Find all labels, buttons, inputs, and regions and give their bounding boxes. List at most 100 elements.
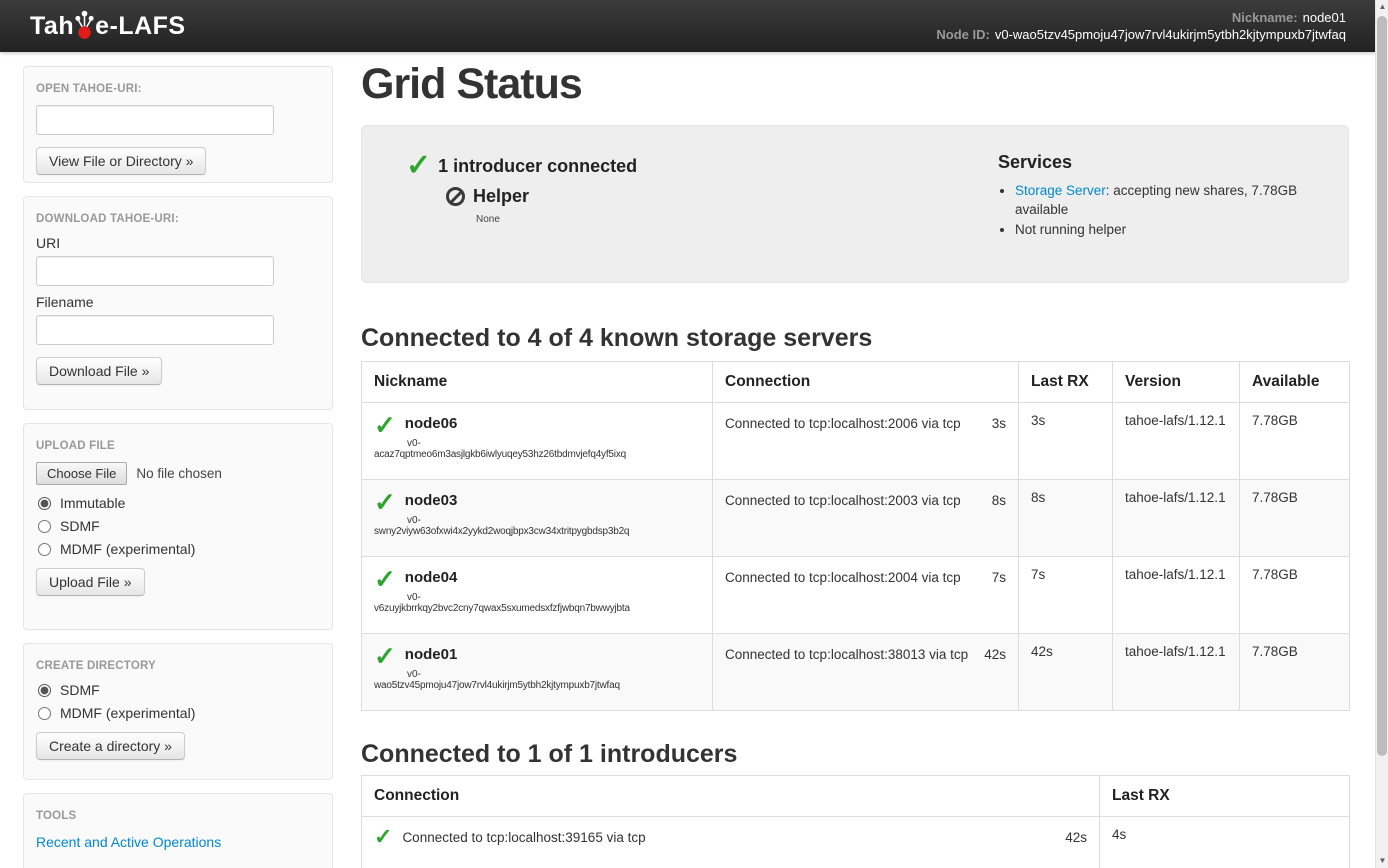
node-nickname: node03 [405,490,458,509]
helper-title: Helper [473,186,529,207]
radio-mkdir-sdmf-input[interactable] [38,684,51,697]
version-cell: tahoe-lafs/1.12.1 [1113,557,1240,634]
introducers-table: Connection Last RX ✓ Connected to tcp:lo… [361,775,1350,868]
scroll-up-arrow[interactable]: ▲ [1376,0,1388,14]
nickname-row: Nickname:node01 [936,9,1346,26]
tahoe-berry-icon [75,8,94,41]
introducers-header-row: Connection Last RX [362,776,1350,817]
create-directory-panel: CREATE DIRECTORY SDMF MDMF (experimental… [23,643,333,780]
nickname-cell: ✓ node06 v0-acaz7qptmeo6m3asjlgkb6iwlyuqe… [362,403,713,480]
connection-cell: Connected to tcp:localhost:2004 via tcp7… [713,557,1019,634]
connection-cell: Connected to tcp:localhost:2003 via tcp8… [713,480,1019,557]
table-row: ✓node01 v0-wao5tzv45pmoju47jow7rvl4ukirj… [362,634,1350,711]
node-peerid: v0-v6zuyjkbrrkqy2bvc2cny7qwax5sxumedsxfz… [374,592,700,614]
vertical-scrollbar[interactable]: ▲ ▼ [1375,0,1388,868]
connection-cell: Connected to tcp:localhost:38013 via tcp… [713,634,1019,711]
radio-upload-mdmf-input[interactable] [38,543,51,556]
available-cell: 7.78GB [1240,480,1350,557]
col-version: Version [1113,362,1240,403]
introducer-status-line: ✓ 1 introducer connected [406,152,998,180]
download-tahoe-uri-panel: DOWNLOAD TAHOE-URI: URI Filename Downloa… [23,196,333,410]
nickname-cell: ✓ node04 v0-v6zuyjkbrrkqy2bvc2cny7qwax5sx… [362,557,713,634]
service-helper-item: Not running helper [1015,220,1328,239]
radio-upload-sdmf-label: SDMF [60,518,100,534]
storage-servers-heading: Connected to 4 of 4 known storage server… [361,323,1349,353]
nickname-cell: ✓ node03 v0-swny2viyw63ofxwi4x2yykd2woqjb… [362,480,713,557]
storage-servers-table: Nickname Connection Last RX Version Avai… [361,361,1350,711]
open-tahoe-uri-panel: OPEN TAHOE-URI: View File or Directory » [23,66,333,183]
last-rx-cell: 8s [1019,480,1113,557]
scrollbar-thumb[interactable] [1377,16,1387,756]
view-file-button[interactable]: View File or Directory » [36,147,206,175]
radio-upload-mdmf[interactable]: MDMF (experimental) [36,541,320,557]
table-row: ✓ node04 v0-v6zuyjkbrrkqy2bvc2cny7qwax5sx… [362,557,1350,634]
storage-server-link[interactable]: Storage Server [1015,183,1106,198]
col-nickname: Nickname [362,362,713,403]
download-file-button[interactable]: Download File » [36,357,162,385]
last-rx-cell: 42s [1019,634,1113,711]
radio-mkdir-mdmf-input[interactable] [38,707,51,720]
not-available-icon [446,187,465,206]
upload-file-panel: UPLOAD FILE Choose File No file chosen I… [23,423,333,630]
node-peerid: v0-swny2viyw63ofxwi4x2yykd2woqjbpx3cw34x… [374,515,700,537]
storage-header-row: Nickname Connection Last RX Version Avai… [362,362,1350,403]
download-filename-input[interactable] [36,315,274,345]
node-nickname: node04 [405,567,458,586]
check-icon: ✓ [374,644,396,668]
services-column: Services Storage Server: accepting new s… [998,152,1328,262]
helper-value: None [476,214,998,225]
radio-mkdir-mdmf-label: MDMF (experimental) [60,705,195,721]
node-peerid: v0-acaz7qptmeo6m3asjlgkb6iwlyuqey53hz26t… [374,438,700,460]
filename-field-label: Filename [36,294,320,310]
app-logo[interactable]: Tah e-LAFS [30,10,186,43]
node-id-value: v0-wao5tzv45pmoju47jow7rvl4ukirjm5ytbh2k… [995,27,1346,42]
node-peerid: v0-wao5tzv45pmoju47jow7rvl4ukirjm5ytbh2k… [374,669,700,691]
upload-file-button[interactable]: Upload File » [36,568,145,596]
nickname-label: Nickname: [1232,10,1298,25]
recent-operations-link[interactable]: Recent and Active Operations [36,834,221,850]
choose-file-button[interactable]: Choose File [36,462,127,485]
introducers-heading: Connected to 1 of 1 introducers [361,739,1349,769]
last-rx-cell: 7s [1019,557,1113,634]
logo-text-suffix: e-LAFS [95,12,186,41]
col-connection: Connection [713,362,1019,403]
upload-file-label: UPLOAD FILE [36,440,320,452]
last-rx-cell: 4s [1100,817,1350,868]
radio-upload-sdmf-input[interactable] [38,520,51,533]
download-uri-input[interactable] [36,256,274,286]
open-uri-input[interactable] [36,105,274,135]
radio-mkdir-mdmf[interactable]: MDMF (experimental) [36,705,320,721]
introducer-status-text: 1 introducer connected [438,156,637,177]
create-directory-button[interactable]: Create a directory » [36,732,185,760]
radio-upload-sdmf[interactable]: SDMF [36,518,320,534]
check-icon: ✓ [374,567,396,591]
file-chosen-status: No file chosen [136,466,222,481]
table-row: ✓ Connected to tcp:localhost:39165 via t… [362,817,1350,868]
radio-mkdir-sdmf-label: SDMF [60,682,100,698]
table-row: ✓ node06 v0-acaz7qptmeo6m3asjlgkb6iwlyuqe… [362,403,1350,480]
radio-immutable-label: Immutable [60,495,125,511]
check-icon: ✓ [374,827,392,847]
check-icon: ✓ [374,413,396,437]
version-cell: tahoe-lafs/1.12.1 [1113,480,1240,557]
radio-immutable[interactable]: Immutable [36,495,320,511]
col-connection: Connection [362,776,1100,817]
open-tahoe-uri-label: OPEN TAHOE-URI: [36,83,320,95]
nickname-cell: ✓node01 v0-wao5tzv45pmoju47jow7rvl4ukirj… [362,634,713,711]
page-title: Grid Status [361,58,1349,110]
version-cell: tahoe-lafs/1.12.1 [1113,403,1240,480]
service-storage-item: Storage Server: accepting new shares, 7.… [1015,181,1328,219]
radio-mkdir-sdmf[interactable]: SDMF [36,682,320,698]
connection-cell: Connected to tcp:localhost:2006 via tcp3… [713,403,1019,480]
radio-immutable-input[interactable] [38,497,51,510]
available-cell: 7.78GB [1240,634,1350,711]
node-meta: Nickname:node01 Node ID:v0-wao5tzv45pmoj… [936,9,1346,43]
tools-label: TOOLS [36,810,320,822]
check-icon: ✓ [374,490,396,514]
download-tahoe-uri-label: DOWNLOAD TAHOE-URI: [36,213,320,225]
table-row: ✓ node03 v0-swny2viyw63ofxwi4x2yykd2woqjb… [362,480,1350,557]
node-nickname: node06 [405,413,458,432]
scroll-down-arrow[interactable]: ▼ [1376,854,1388,868]
available-cell: 7.78GB [1240,403,1350,480]
col-last-rx: Last RX [1019,362,1113,403]
